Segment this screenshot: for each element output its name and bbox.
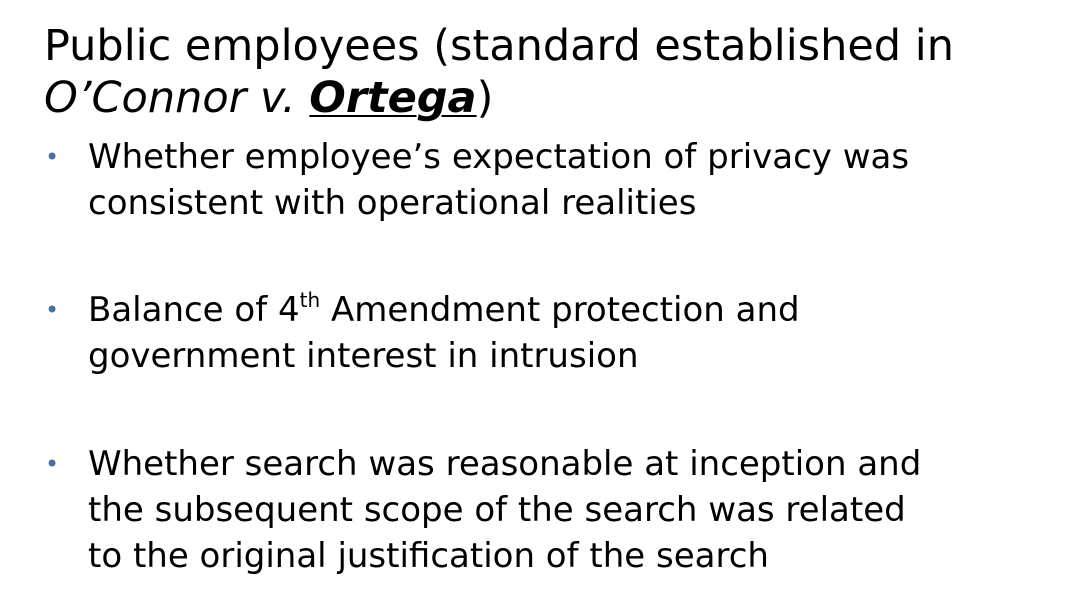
case-name-second-party: Ortega bbox=[309, 73, 477, 123]
bullet-text-line: consistent with operational realities bbox=[88, 183, 697, 223]
ordinal-suffix: th bbox=[299, 288, 321, 312]
bullet-text-line: to the original justification of the sea… bbox=[88, 536, 769, 576]
bullet-item: • Whether search was reasonable at incep… bbox=[45, 441, 1048, 579]
bullet-text-segment: Amendment protection and bbox=[320, 290, 800, 330]
bullet-text-line: Whether employee’s expectation of privac… bbox=[88, 137, 910, 177]
slide-title: Public employees (standard established i… bbox=[44, 20, 1054, 124]
bullet-icon: • bbox=[45, 450, 60, 478]
title-closing-paren: ) bbox=[476, 73, 494, 123]
bullet-item: • Balance of 4th Amendment protection an… bbox=[45, 287, 1048, 379]
case-name-first-party: O’Connor v. bbox=[44, 73, 296, 123]
bullet-text-line: government interest in intrusion bbox=[88, 336, 639, 376]
bullet-icon: • bbox=[45, 143, 60, 171]
title-text: Public employees (standard established i… bbox=[44, 21, 954, 71]
bullet-text-line: the subsequent scope of the search was r… bbox=[88, 490, 906, 530]
bullet-icon: • bbox=[45, 296, 60, 324]
bullet-item: • Whether employee’s expectation of priv… bbox=[45, 134, 1048, 226]
bullet-text-segment: Balance of 4 bbox=[88, 290, 300, 330]
slide: Public employees (standard established i… bbox=[0, 0, 1074, 590]
bullet-text-line: Whether search was reasonable at incepti… bbox=[88, 444, 922, 484]
